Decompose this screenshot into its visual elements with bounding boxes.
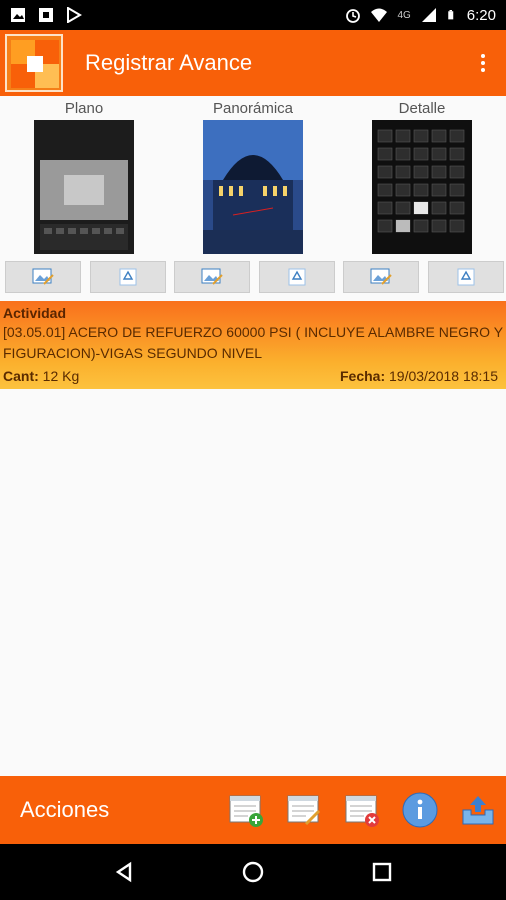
photo-plano: Plano: [0, 96, 168, 300]
photo-detalle: Detalle: [338, 96, 506, 300]
battery-icon: [448, 10, 454, 20]
fecha-field: Fecha: 19/03/2018 18:15: [340, 368, 498, 384]
actions-label: Acciones: [20, 797, 110, 822]
edit-photo-button[interactable]: [343, 261, 419, 293]
overflow-menu-icon[interactable]: [478, 54, 488, 72]
network-type: 4G: [397, 9, 411, 21]
clock: 6:20: [466, 6, 496, 24]
cant-value: 12 Kg: [42, 368, 80, 384]
stop-notification-icon: [39, 8, 53, 22]
edit-image-icon: [201, 268, 223, 285]
info-icon[interactable]: [402, 792, 438, 828]
recycle-photo-button[interactable]: [428, 261, 504, 293]
photo-panoramica-image[interactable]: [203, 120, 303, 254]
cant-field: Cant: 12 Kg: [3, 368, 79, 384]
photo-detalle-image[interactable]: [372, 120, 472, 254]
edit-photo-button[interactable]: [5, 261, 81, 293]
recents-icon[interactable]: [371, 861, 393, 883]
alarm-icon: [346, 9, 361, 23]
app-bar: Registrar Avance: [0, 30, 506, 96]
recycle-icon: [457, 268, 475, 286]
photo-panoramica: Panorámica: [169, 96, 337, 300]
system-nav-bar: [0, 844, 506, 900]
wifi-icon: [371, 8, 388, 22]
page-title: Registrar Avance: [85, 50, 253, 75]
recycle-icon: [119, 268, 137, 286]
recycle-photo-button[interactable]: [259, 261, 335, 293]
photo-label: Plano: [64, 100, 104, 117]
activity-meta: Cant: 12 Kg Fecha: 19/03/2018 18:15: [3, 368, 498, 384]
photo-label: Panorámica: [212, 100, 294, 117]
edit-photo-button[interactable]: [174, 261, 250, 293]
add-document-icon[interactable]: [228, 792, 264, 828]
photo-section: Plano Panorámica Detalle: [0, 96, 506, 300]
upload-tray-icon[interactable]: [460, 792, 496, 828]
photo-plano-image[interactable]: [34, 120, 134, 254]
activity-card[interactable]: Actividad [03.05.01] ACERO DE REFUERZO 6…: [0, 301, 506, 389]
actions-bar: Acciones: [0, 776, 506, 844]
play-store-icon: [67, 7, 82, 23]
image-notification-icon: [11, 8, 25, 22]
photo-label: Detalle: [398, 100, 446, 117]
actions-group: [228, 792, 496, 828]
edit-image-icon: [370, 268, 392, 285]
edit-document-icon[interactable]: [286, 792, 322, 828]
recycle-icon: [288, 268, 306, 286]
app-logo: [5, 34, 63, 92]
home-icon[interactable]: [241, 860, 265, 884]
fecha-label: Fecha:: [339, 368, 386, 384]
edit-image-icon: [32, 268, 54, 285]
status-bar: 4G 6:20: [0, 0, 506, 30]
activity-description: [03.05.01] ACERO DE REFUERZO 60000 PSI (…: [3, 324, 503, 361]
signal-icon: [421, 8, 436, 22]
content-area: [0, 389, 506, 776]
back-icon[interactable]: [113, 861, 135, 883]
delete-document-icon[interactable]: [344, 792, 380, 828]
recycle-photo-button[interactable]: [90, 261, 166, 293]
fecha-value: 19/03/2018 18:15: [389, 368, 498, 384]
activity-title: Actividad: [3, 305, 67, 321]
cant-label: Cant:: [3, 368, 39, 384]
